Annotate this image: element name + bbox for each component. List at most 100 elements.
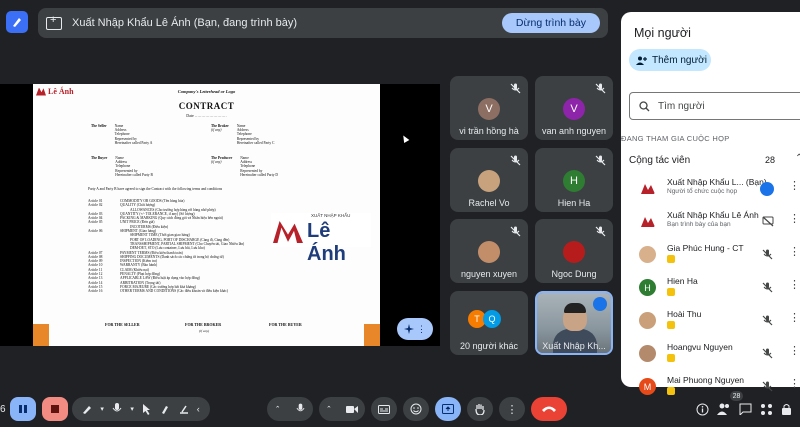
present-icon xyxy=(442,404,454,414)
orange-corner-left xyxy=(33,324,49,346)
left-number: 6 xyxy=(0,403,6,415)
participant-tile[interactable]: T Q 20 người khác xyxy=(450,291,528,355)
more-vert-icon: ⋮ xyxy=(506,403,518,416)
raise-hand-button[interactable] xyxy=(467,397,493,421)
present-button[interactable] xyxy=(435,397,461,421)
mic-off-icon[interactable] xyxy=(762,381,774,393)
more-options-button[interactable]: ⋮ xyxy=(499,397,525,421)
participant-name: Xuất Nhập Kh... xyxy=(542,341,606,351)
camera-icon xyxy=(345,405,358,413)
shared-screen: Lê Ánh Company's Letterhead or Logo CONT… xyxy=(0,84,440,346)
avatar xyxy=(478,170,500,192)
mic-off-icon[interactable] xyxy=(762,249,774,261)
stop-presenting-button[interactable]: Dừng trình bày xyxy=(501,13,600,33)
participant-tile[interactable]: nguyen xuyen xyxy=(450,219,528,283)
people-icon[interactable] xyxy=(717,403,731,415)
broker-block: The Broker (if any) Name Address Telephone Re… xyxy=(211,124,275,145)
emoji-button[interactable] xyxy=(403,397,429,421)
more-vert-icon[interactable]: ⋮ xyxy=(789,247,800,258)
captions-button[interactable] xyxy=(371,397,397,421)
activities-icon[interactable] xyxy=(760,403,773,416)
chevron-down-icon[interactable]: ▾ xyxy=(130,405,134,413)
lock-icon[interactable] xyxy=(781,403,792,416)
avatar: V xyxy=(563,98,585,120)
marker-icon[interactable] xyxy=(160,404,170,414)
avatar xyxy=(478,241,500,263)
presenting-off-icon[interactable] xyxy=(762,216,774,228)
add-people-button[interactable]: Thêm người xyxy=(629,49,711,71)
stop-icon[interactable] xyxy=(42,397,68,421)
camera-control[interactable]: ⌃ xyxy=(319,397,365,421)
info-icon[interactable] xyxy=(696,403,709,416)
avatar: H xyxy=(639,279,656,296)
watermark-logo: XUẤT NHẬP KHẨU Lê Ánh xyxy=(271,213,371,265)
more-vert-icon[interactable]: ⋮ xyxy=(789,346,800,357)
more-vert-icon[interactable]: ⋮ xyxy=(789,379,800,390)
avatar xyxy=(639,345,656,362)
people-panel: Mọi người Thêm người Tìm người ĐANG THAM… xyxy=(621,12,800,395)
participant-name: Mai Phuong Nguyen xyxy=(667,375,745,385)
participant-tile[interactable]: H Hien Ha xyxy=(535,148,613,212)
participant-name: Hien Ha xyxy=(667,276,698,286)
avatar: M xyxy=(639,378,656,395)
avatar xyxy=(639,246,656,263)
buyer-block: The Buyer Name Address Telephone Represented… xyxy=(91,156,153,177)
more-vert-icon[interactable]: ⋮ xyxy=(789,280,800,291)
pointer-icon[interactable] xyxy=(142,403,152,415)
producer-block: The Producer (if any) Name Address Telephone… xyxy=(211,156,279,177)
mic-off-icon[interactable] xyxy=(762,282,774,294)
sparkle-icon xyxy=(404,324,414,334)
participant-row[interactable]: Xuất Nhập Khẩu Lê Ánh Bạn trình bày của b… xyxy=(629,207,800,237)
participant-row[interactable]: Hoangvu Nguyen ⋮ xyxy=(629,339,800,369)
more-vert-icon[interactable]: ⋮ xyxy=(789,313,800,324)
participant-row[interactable]: Gia Phúc Hung - CT ⋮ xyxy=(629,240,800,270)
participant-tile[interactable]: Ngoc Dung xyxy=(535,219,613,283)
participant-tile[interactable]: Vvan anh nguyen xyxy=(535,76,613,140)
search-people-input[interactable]: Tìm người xyxy=(629,92,800,120)
more-vert-icon[interactable]: ⋮ xyxy=(789,181,800,192)
pause-icon[interactable] xyxy=(10,397,36,421)
participant-row[interactable]: H Hien Ha ⋮ xyxy=(629,273,800,303)
guest-badge-icon xyxy=(667,288,675,296)
mic-off-icon xyxy=(510,226,522,238)
pen-icon[interactable] xyxy=(82,404,92,414)
mic-control[interactable]: ⌃ xyxy=(267,397,313,421)
contract-date: Date …………………… xyxy=(186,113,227,118)
presentation-banner: Xuất Nhập Khẩu Lê Ánh (Bạn, đang trình b… xyxy=(38,8,608,38)
contract-title: CONTRACT xyxy=(178,101,235,111)
avatar: V xyxy=(478,98,500,120)
contract-document: Lê Ánh Company's Letterhead or Logo CONT… xyxy=(33,84,380,346)
annotation-pen-icon[interactable] xyxy=(6,11,28,33)
participant-row[interactable]: Xuất Nhập Khẩu L... (Bạn) Người tổ chức c… xyxy=(629,174,800,204)
contributors-count: 28 xyxy=(765,155,776,165)
participant-row[interactable]: Hoài Thu ⋮ xyxy=(629,306,800,336)
sig-buyer: FOR THE BUYER xyxy=(269,322,302,327)
orange-corner-right xyxy=(364,324,380,346)
mic-off-icon xyxy=(595,83,607,95)
effects-button[interactable]: ⋮ xyxy=(397,318,433,340)
chevron-up-icon: ⌃ xyxy=(795,153,800,164)
participant-tile[interactable]: Rachel Vo xyxy=(450,148,528,212)
mic-off-icon xyxy=(595,226,607,238)
participant-name: nguyen xuyen xyxy=(460,269,518,279)
contributors-group[interactable]: Cộng tác viên 28 ⌃ xyxy=(629,150,800,170)
participant-tile[interactable]: Vvi trần hồng hà xyxy=(450,76,528,140)
mic-icon[interactable] xyxy=(112,403,122,415)
self-video-tile[interactable]: Xuất Nhập Kh... xyxy=(535,291,613,355)
leave-call-button[interactable] xyxy=(531,397,567,421)
more-vert-icon[interactable]: ⋮ xyxy=(789,214,800,225)
participant-name: van anh nguyen xyxy=(541,126,607,136)
participant-name: vi trần hồng hà xyxy=(459,126,519,136)
chevron-left-icon[interactable]: ‹ xyxy=(197,404,200,414)
presentation-banner-text: Xuất Nhập Khẩu Lê Ánh (Bạn, đang trình b… xyxy=(72,17,298,29)
chat-icon[interactable] xyxy=(739,403,752,415)
participant-name: Hoài Thu xyxy=(667,309,702,319)
participant-role: Bạn trình bày của bạn xyxy=(667,221,731,228)
sig-broker: FOR THE BROKER xyxy=(185,322,222,327)
mic-off-icon[interactable] xyxy=(762,348,774,360)
mic-off-icon[interactable] xyxy=(762,315,774,327)
participant-name: Hien Ha xyxy=(557,198,591,208)
speaking-indicator-icon xyxy=(593,297,607,311)
eraser-icon[interactable] xyxy=(179,404,189,414)
chevron-down-icon[interactable]: ▾ xyxy=(100,405,104,413)
